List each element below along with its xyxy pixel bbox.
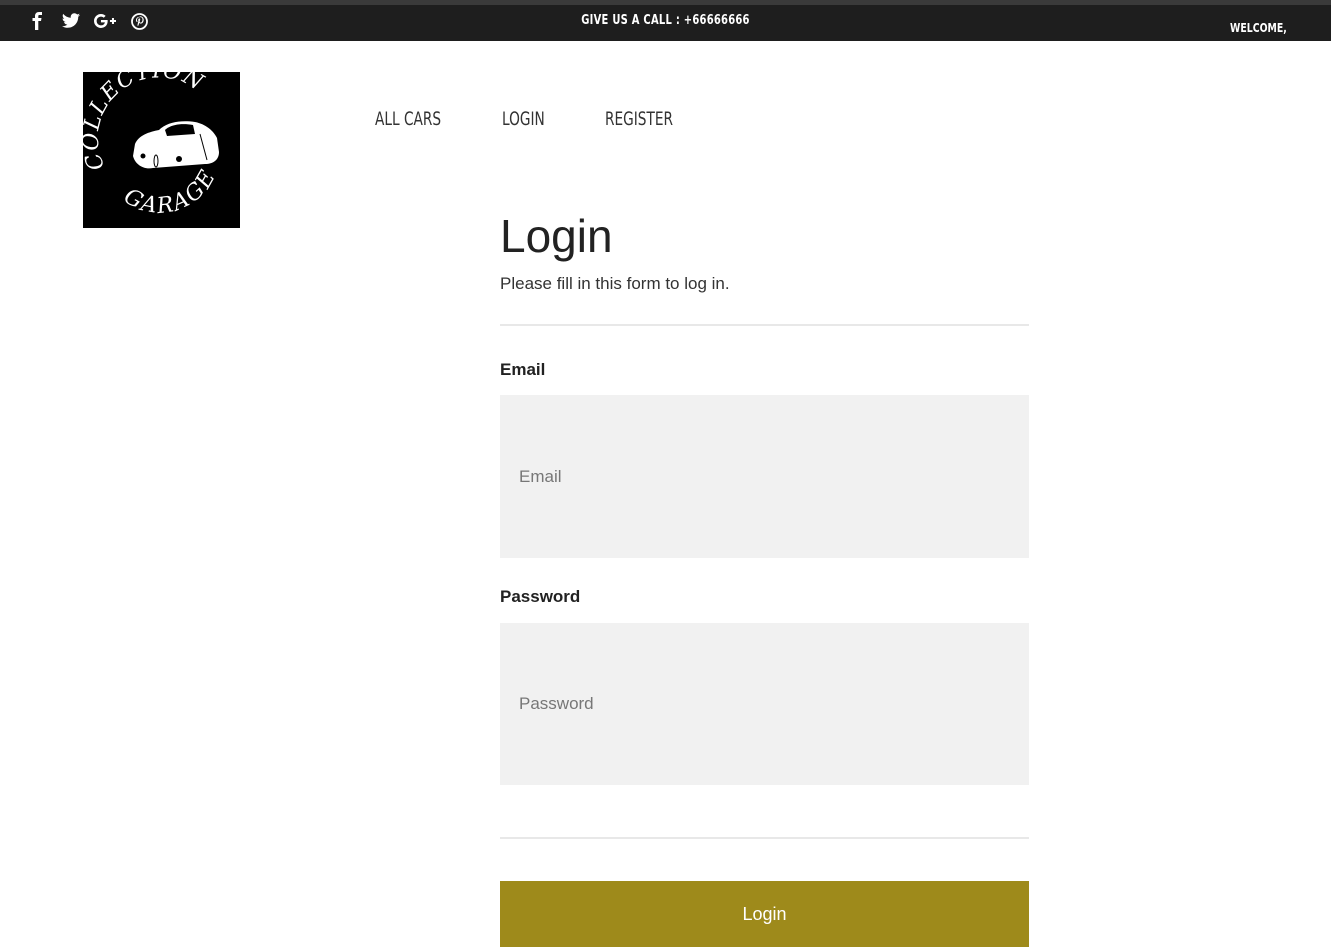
email-field[interactable]	[500, 395, 1029, 558]
divider-bottom	[500, 837, 1029, 839]
password-field[interactable]	[500, 623, 1029, 785]
page-subtitle: Please fill in this form to log in.	[500, 274, 730, 293]
login-button[interactable]: Login	[500, 881, 1029, 947]
nav-register[interactable]: REGISTER	[605, 108, 673, 130]
login-header: Login Please fill in this form to log in…	[500, 210, 1029, 294]
call-us-text: GIVE US A CALL : +66666666	[581, 13, 750, 28]
twitter-icon[interactable]	[60, 11, 82, 31]
logo-bottom-text: GARAGE	[120, 165, 220, 219]
top-bar: GIVE US A CALL : +66666666 WELCOME,	[0, 0, 1331, 41]
page-title: Login	[500, 210, 613, 262]
welcome-text: WELCOME,	[1230, 21, 1287, 35]
facebook-icon[interactable]	[26, 11, 48, 31]
password-label: Password	[500, 587, 581, 606]
car-icon	[133, 121, 219, 169]
svg-text:GARAGE: GARAGE	[120, 165, 222, 219]
nav-login[interactable]: LOGIN	[502, 108, 545, 130]
email-label: Email	[500, 360, 546, 379]
logo-graphic: COLLECTION GARAGE	[79, 58, 222, 219]
nav-all-cars[interactable]: ALL CARS	[375, 108, 441, 130]
collection-garage-logo[interactable]: COLLECTION GARAGE	[79, 58, 240, 228]
divider-top	[500, 324, 1029, 326]
